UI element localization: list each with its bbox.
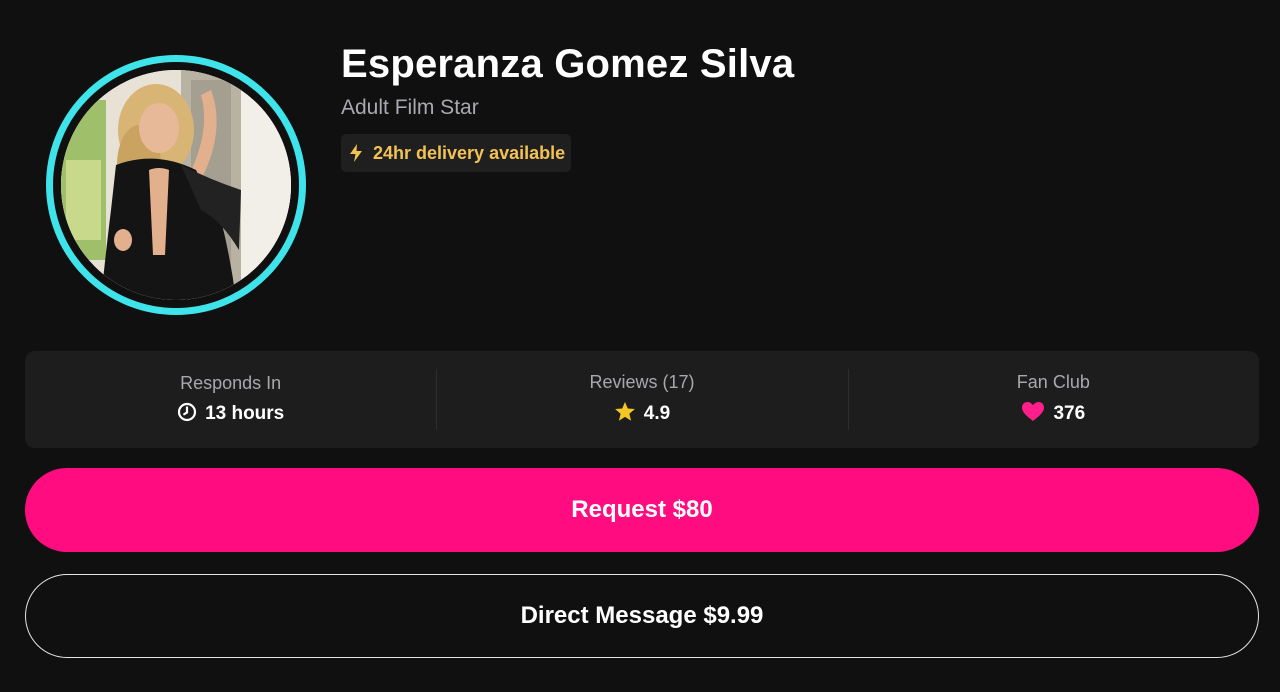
stat-fan-club[interactable]: Fan Club 376 (847, 351, 1259, 448)
direct-message-button[interactable]: Direct Message $9.99 (25, 574, 1259, 658)
request-button[interactable]: Request $80 (25, 468, 1259, 552)
stat-label: Responds In (180, 372, 282, 393)
stat-value: 4.9 (643, 403, 671, 424)
stat-responds-in: Responds In 13 hours (25, 351, 436, 448)
heart-icon (1021, 401, 1045, 427)
stat-value: 376 (1053, 403, 1086, 424)
stat-label: Fan Club (1016, 372, 1090, 392)
profile-name: Esperanza Gomez Silva (341, 42, 795, 86)
stats-panel: Responds In 13 hours Reviews (17) 4.9 Fa… (25, 351, 1259, 448)
stat-reviews[interactable]: Reviews (17) 4.9 (436, 351, 847, 448)
avatar[interactable] (46, 55, 306, 315)
avatar-photo (61, 70, 291, 300)
profile-subtitle: Adult Film Star (341, 96, 479, 119)
stat-value: 13 hours (205, 403, 285, 424)
star-icon (614, 401, 636, 427)
stat-label: Reviews (17) (589, 372, 695, 392)
clock-icon (177, 402, 197, 427)
creator-profile-page: Esperanza Gomez Silva Adult Film Star 24… (0, 0, 1280, 692)
lightning-bolt-icon (347, 143, 365, 163)
delivery-badge: 24hr delivery available (341, 134, 572, 172)
delivery-text: 24hr delivery available (373, 142, 566, 163)
